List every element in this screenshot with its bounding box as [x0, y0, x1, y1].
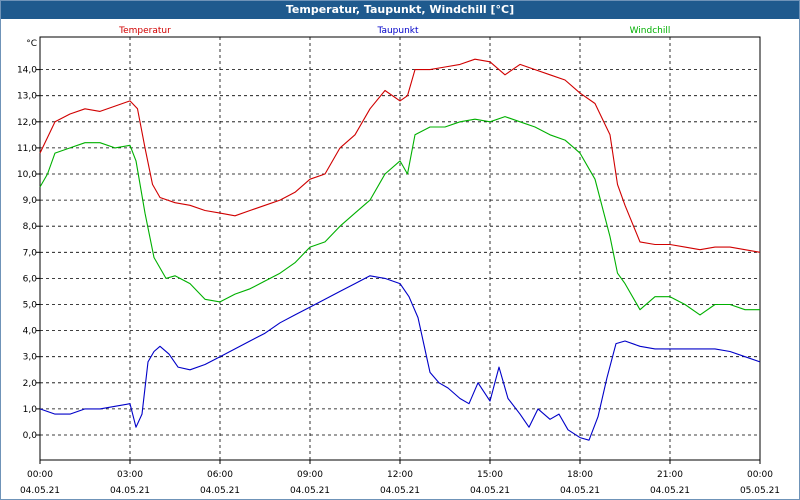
y-tick-label: 1,0 [23, 405, 38, 415]
x-tick-date: 04.05.21 [20, 486, 60, 496]
x-tick-time: 00:00 [27, 470, 53, 480]
x-tick-date: 04.05.21 [470, 486, 510, 496]
y-tick-label: 2,0 [23, 379, 38, 389]
x-axis-ticks: 00:00 04.05.21 03:00 04.05.21 06:00 04.05.21 0… [20, 460, 780, 496]
y-tick-label: 4,0 [23, 327, 38, 337]
y-unit-label: °C [26, 39, 37, 49]
x-tick-date: 04.05.21 [110, 486, 150, 496]
x-tick-time: 12:00 [387, 470, 413, 480]
y-tick-label: 11,0 [17, 144, 37, 154]
y-tick-label: 0,0 [23, 431, 38, 441]
x-tick-date: 04.05.21 [290, 486, 330, 496]
x-tick-time: 18:00 [567, 470, 593, 480]
x-tick-time: 06:00 [207, 470, 233, 480]
y-tick-label: 10,0 [17, 170, 37, 180]
x-tick-time: 15:00 [477, 470, 503, 480]
y-tick-label: 5,0 [23, 301, 38, 311]
legend-entry-taupunkt: Taupunkt [376, 26, 419, 36]
y-tick-label: 7,0 [23, 248, 38, 258]
y-tick-label: 14,0 [17, 66, 37, 76]
chart-legend: Temperatur Taupunkt Windchill [118, 26, 670, 36]
x-tick-time: 09:00 [297, 470, 323, 480]
x-tick-time: 03:00 [117, 470, 143, 480]
x-tick-date: 04.05.21 [380, 486, 420, 496]
x-tick-date: 05.05.21 [740, 486, 780, 496]
y-tick-label: 9,0 [23, 196, 38, 206]
y-tick-label: 13,0 [17, 92, 37, 102]
y-tick-label: 3,0 [23, 353, 38, 363]
y-axis-ticks: 0,0 1,0 2,0 3,0 4,0 5,0 6,0 7,0 8,0 9,0 10,0 11,0 12… [17, 39, 40, 441]
legend-entry-temperatur: Temperatur [118, 26, 171, 36]
y-tick-label: 8,0 [23, 222, 38, 232]
y-tick-label: 6,0 [23, 274, 38, 284]
x-tick-date: 04.05.21 [560, 486, 600, 496]
legend-entry-windchill: Windchill [630, 26, 671, 36]
line-chart: 0,0 1,0 2,0 3,0 4,0 5,0 6,0 7,0 8,0 9,0 10,0 11,0 12… [17, 26, 780, 496]
x-tick-time: 21:00 [657, 470, 683, 480]
y-tick-label: 12,0 [17, 118, 37, 128]
x-tick-date: 04.05.21 [200, 486, 240, 496]
x-tick-time: 00:00 [747, 470, 773, 480]
x-tick-date: 04.05.21 [650, 486, 690, 496]
